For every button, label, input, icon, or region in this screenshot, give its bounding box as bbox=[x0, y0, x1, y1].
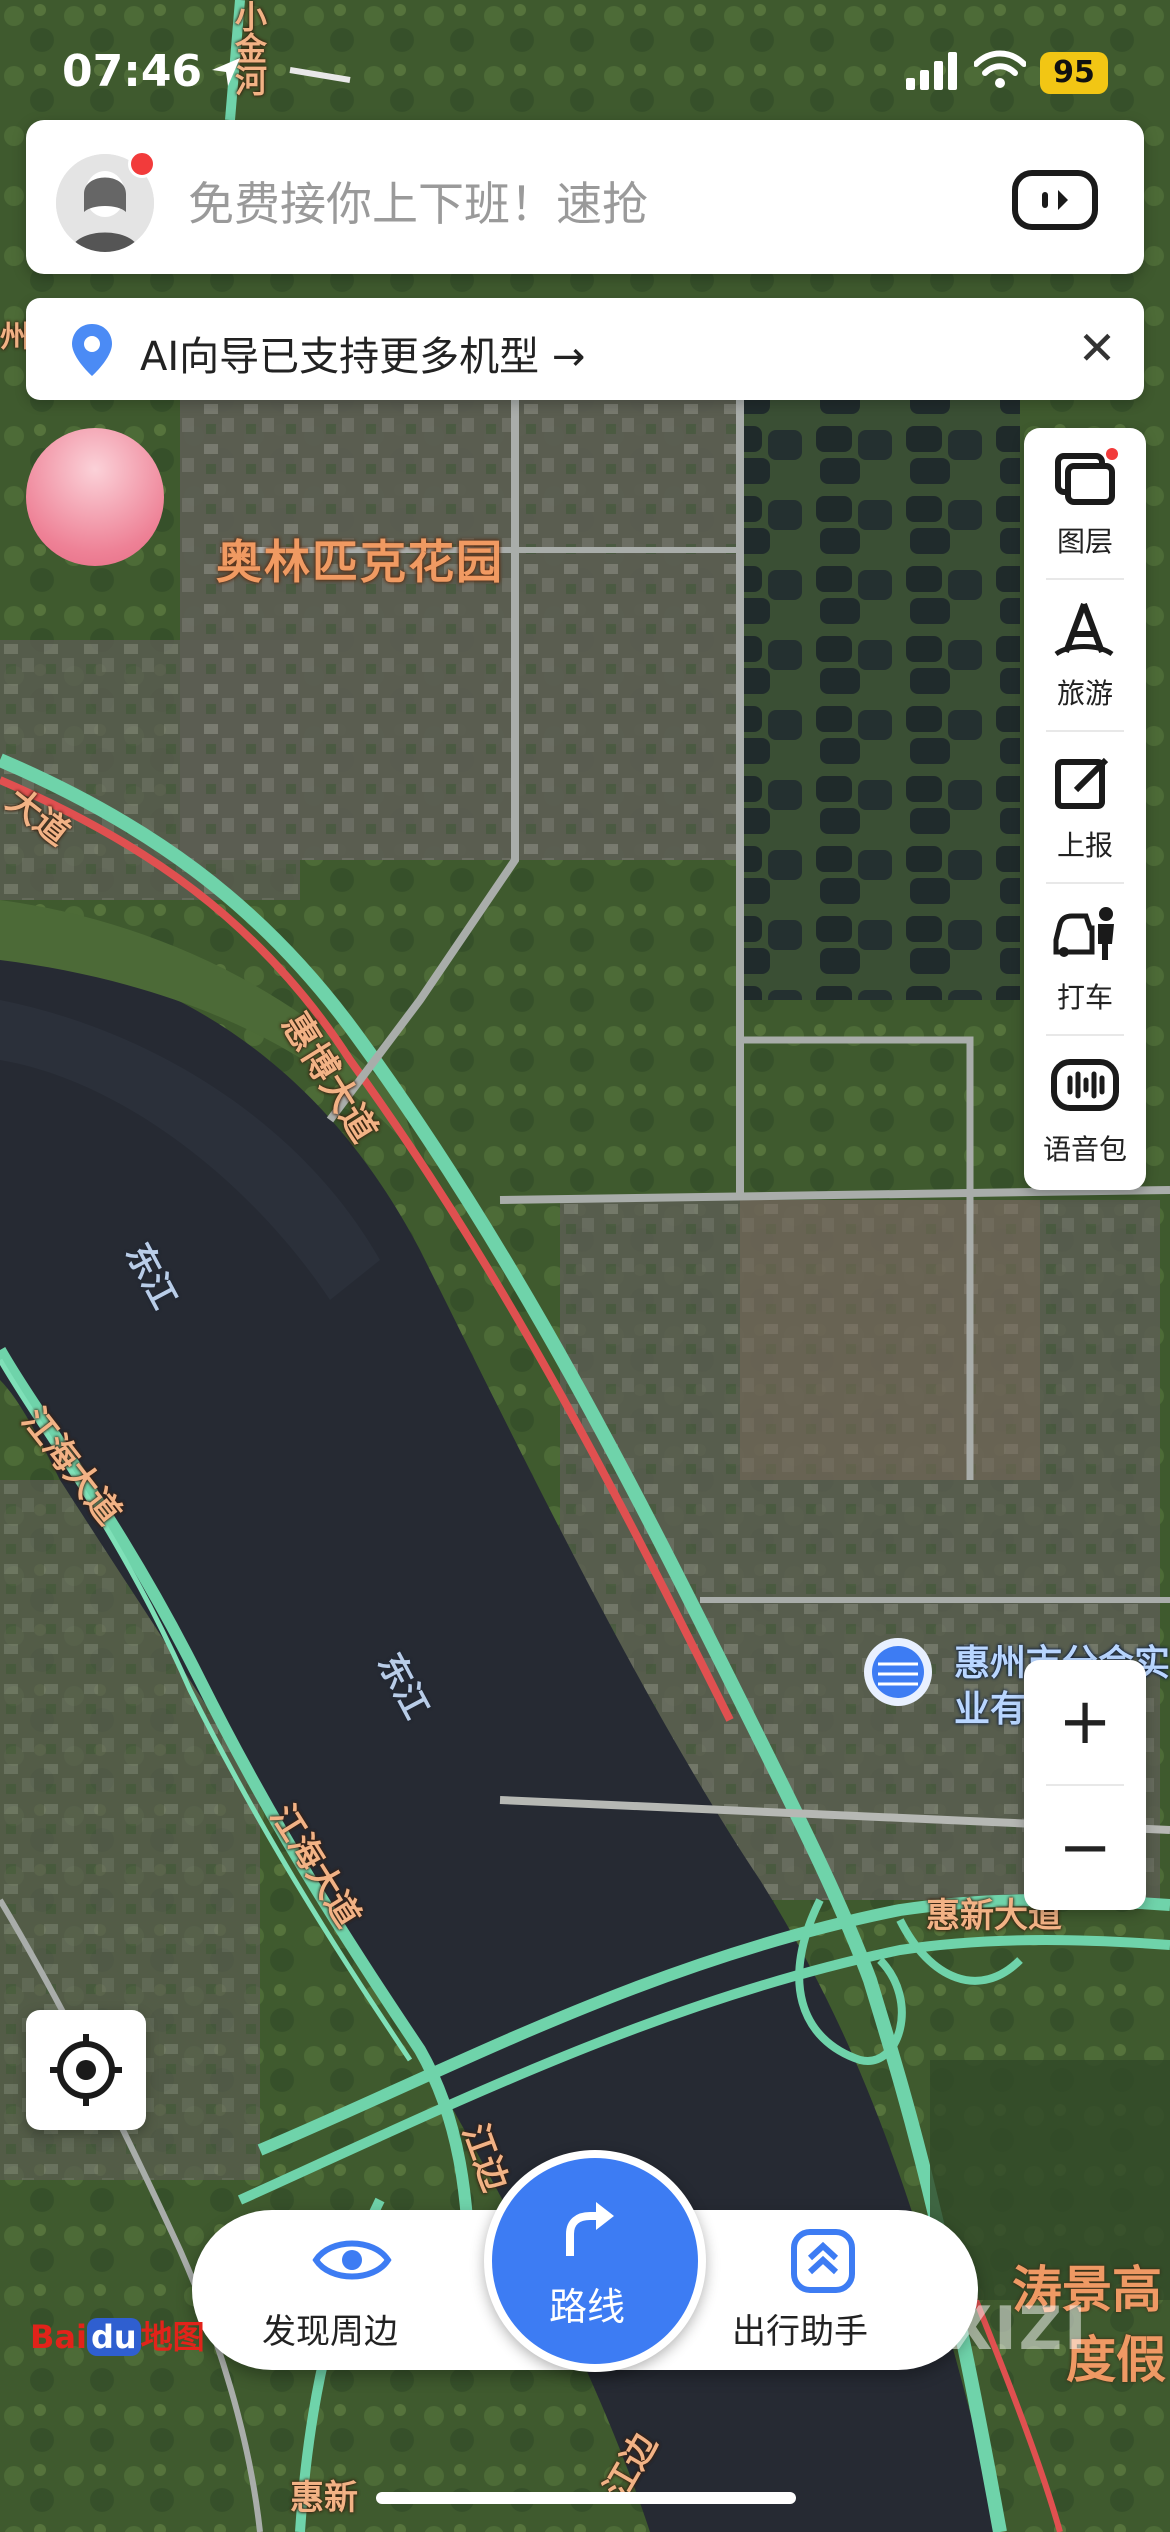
voice-pack-button[interactable]: 语音包 bbox=[1024, 1036, 1146, 1186]
locate-me-button[interactable] bbox=[26, 2010, 146, 2130]
voice-pack-icon bbox=[1051, 1059, 1119, 1111]
banner-text[interactable]: AI向导已支持更多机型 → bbox=[140, 324, 585, 382]
notification-dot bbox=[128, 150, 156, 178]
assistant-label: 出行助手 bbox=[732, 2312, 868, 2352]
ai-guide-banner[interactable]: AI向导已支持更多机型 → ✕ bbox=[26, 298, 1144, 400]
discover-button[interactable]: 发现周边 bbox=[262, 2210, 442, 2370]
logo-text: 地图 bbox=[140, 2318, 205, 2356]
crosshair-icon bbox=[50, 2034, 122, 2106]
travel-assistant-icon bbox=[791, 2229, 855, 2293]
layers-label: 图层 bbox=[1056, 525, 1113, 558]
route-label: 路线 bbox=[548, 2285, 625, 2329]
route-button[interactable]: 路线 bbox=[484, 2150, 706, 2372]
voice-pack-label: 语音包 bbox=[1042, 1133, 1127, 1166]
zoom-out-button[interactable]: − bbox=[1024, 1786, 1146, 1910]
zoom-controls: + − bbox=[1024, 1660, 1146, 1910]
logo-text: du bbox=[86, 2318, 141, 2356]
logo-text: Bai bbox=[30, 2318, 87, 2356]
assistant-button[interactable]: 出行助手 bbox=[732, 2210, 912, 2370]
travel-label: 旅游 bbox=[1056, 677, 1113, 710]
location-pin-icon bbox=[72, 324, 112, 376]
report-button[interactable]: 上报 bbox=[1024, 732, 1146, 882]
map-label-road: 惠新 bbox=[290, 2478, 358, 2518]
search-bar[interactable]: 免费接你上下班！速抢 bbox=[26, 120, 1144, 274]
layers-button[interactable]: 图层 bbox=[1024, 428, 1146, 578]
map-label-park[interactable]: 奥林匹克花园 bbox=[216, 526, 504, 592]
map-toolbar: 图层 旅游 上报 打车 语音包 bbox=[1024, 428, 1146, 1190]
wifi-icon bbox=[974, 50, 1026, 88]
map-label-poi[interactable]: 业有 bbox=[954, 1680, 1026, 1732]
taxi-icon bbox=[1053, 907, 1114, 960]
taxi-label: 打车 bbox=[1056, 981, 1113, 1014]
watermark: XIZI bbox=[946, 2294, 1089, 2364]
layers-icon bbox=[1055, 448, 1118, 505]
voice-assistant-icon bbox=[1042, 190, 1068, 210]
signal-icon bbox=[906, 52, 957, 90]
baidu-map-logo: Bai du 地图 bbox=[30, 2312, 205, 2358]
taxi-button[interactable]: 打车 bbox=[1024, 884, 1146, 1034]
turn-arrow-icon bbox=[566, 2202, 614, 2256]
report-icon bbox=[1055, 757, 1109, 809]
voice-assistant-button[interactable] bbox=[1012, 170, 1098, 230]
travel-button[interactable]: 旅游 bbox=[1024, 580, 1146, 730]
promo-bubble[interactable] bbox=[26, 428, 164, 566]
discover-label: 发现周边 bbox=[262, 2312, 398, 2352]
report-label: 上报 bbox=[1056, 829, 1113, 862]
home-indicator bbox=[376, 2492, 796, 2504]
travel-icon bbox=[1054, 602, 1114, 657]
search-input[interactable]: 免费接你上下班！速抢 bbox=[188, 168, 648, 234]
status-bar: 07:46 95 bbox=[0, 0, 1170, 110]
zoom-in-button[interactable]: + bbox=[1024, 1660, 1146, 1784]
close-icon[interactable]: ✕ bbox=[1072, 318, 1122, 378]
battery-indicator: 95 bbox=[1040, 52, 1108, 94]
status-time: 07:46 bbox=[62, 46, 203, 97]
location-arrow-icon bbox=[212, 58, 240, 86]
eye-icon bbox=[312, 2240, 392, 2280]
